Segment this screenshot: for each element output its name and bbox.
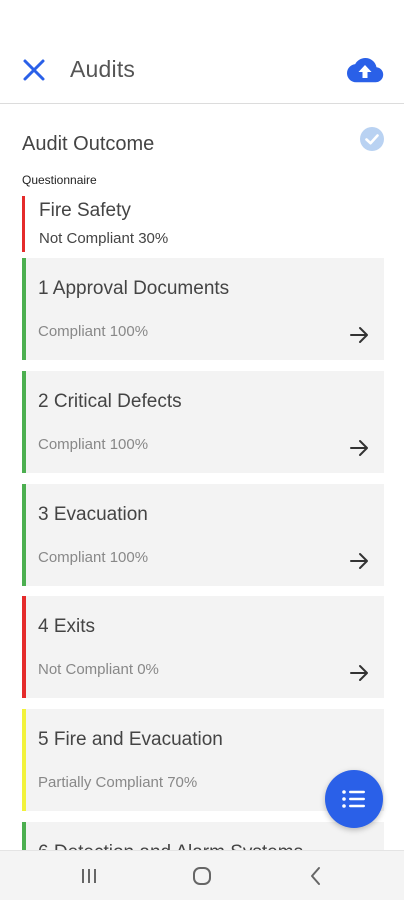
questionnaire-summary: Fire Safety Not Compliant 30% xyxy=(22,196,282,252)
section-title: 4 Exits xyxy=(38,616,96,637)
list-fab-button[interactable] xyxy=(325,770,383,828)
arrow-right-icon xyxy=(350,665,368,681)
section-title: 2 Critical Defects xyxy=(38,391,182,412)
questionnaire-label: Questionnaire xyxy=(22,173,97,187)
arrow-right-icon xyxy=(350,440,368,456)
home-button[interactable] xyxy=(190,864,214,888)
section-title: 5 Fire and Evacuation xyxy=(38,729,223,750)
section-title: 6 Detection and Alarm Systems xyxy=(38,842,303,850)
screen: Audits Audit Outcome Questionnaire Fire … xyxy=(0,0,404,900)
audit-outcome-label: Audit Outcome xyxy=(22,133,155,155)
questionnaire-status: Not Compliant 30% xyxy=(39,230,169,247)
recent-apps-button[interactable] xyxy=(77,864,101,888)
section-status: Compliant 100% xyxy=(38,323,149,340)
system-nav-bar xyxy=(0,850,404,900)
section-card-detection-and-alarm-systems[interactable]: 6 Detection and Alarm Systems xyxy=(22,822,384,850)
questionnaire-title: Fire Safety xyxy=(39,200,131,221)
cloud-upload-icon xyxy=(347,58,384,83)
arrow-right-icon xyxy=(350,553,368,569)
upload-button[interactable] xyxy=(346,54,384,86)
app-bar: Audits xyxy=(0,36,404,104)
list-icon xyxy=(342,790,365,808)
home-icon xyxy=(193,867,211,885)
page-title: Audits xyxy=(70,56,136,82)
check-circle-icon xyxy=(360,127,384,151)
section-title: 1 Approval Documents xyxy=(38,278,230,299)
section-title: 3 Evacuation xyxy=(38,504,148,525)
close-button[interactable] xyxy=(20,56,48,84)
close-icon xyxy=(23,59,45,81)
section-card-exits[interactable]: 4 Exits Not Compliant 0% xyxy=(22,596,384,698)
section-card-approval-documents[interactable]: 1 Approval Documents Compliant 100% xyxy=(22,258,384,360)
section-card-evacuation[interactable]: 3 Evacuation Compliant 100% xyxy=(22,484,384,586)
section-card-critical-defects[interactable]: 2 Critical Defects Compliant 100% xyxy=(22,371,384,473)
back-button[interactable] xyxy=(304,864,328,888)
back-icon xyxy=(311,867,320,885)
section-status: Compliant 100% xyxy=(38,436,149,453)
section-status: Partially Compliant 70% xyxy=(38,774,198,791)
audit-content: Audit Outcome Questionnaire Fire Safety … xyxy=(0,105,404,850)
section-status: Not Compliant 0% xyxy=(38,661,159,678)
audit-outcome-row: Audit Outcome xyxy=(22,127,384,159)
section-status: Compliant 100% xyxy=(38,549,149,566)
recent-apps-icon xyxy=(82,869,96,883)
arrow-right-icon xyxy=(350,327,368,343)
